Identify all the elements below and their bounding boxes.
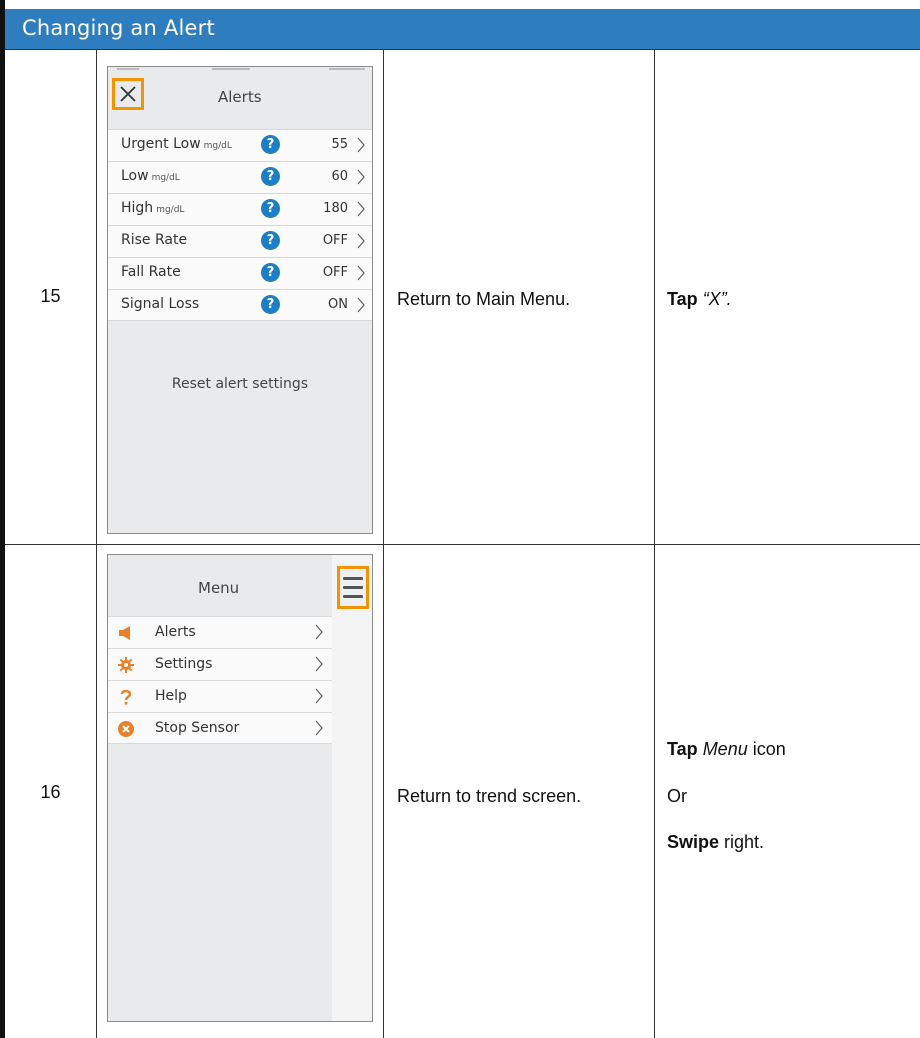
step-action: Return to Main Menu. — [397, 289, 571, 309]
menu-item-stop-sensor[interactable]: Stop Sensor — [108, 712, 333, 744]
alert-value: OFF — [322, 265, 348, 280]
menu-list: Alerts Settings Help Stop Sensor — [108, 616, 333, 744]
step-instruction-line-1: Tap Menu icon — [667, 739, 786, 759]
help-icon[interactable]: ? — [261, 231, 280, 250]
reset-alert-settings-button[interactable]: Reset alert settings — [108, 376, 372, 392]
close-button[interactable] — [112, 78, 144, 110]
alert-value: 60 — [331, 169, 348, 184]
row-divider — [5, 544, 920, 545]
step-number: 15 — [40, 286, 61, 306]
menu-item-alerts[interactable]: Alerts — [108, 616, 333, 648]
menu-item-settings[interactable]: Settings — [108, 648, 333, 680]
status-bar — [329, 68, 365, 70]
menu-item-label: Alerts — [155, 624, 196, 640]
menu-item-label: Stop Sensor — [155, 720, 240, 736]
chevron-right-icon — [315, 656, 323, 672]
alert-row-low[interactable]: Low mg/dL ? 60 — [108, 161, 372, 193]
trend-screen-edge — [332, 555, 372, 1021]
chevron-right-icon — [315, 688, 323, 704]
menu-item-help[interactable]: Help — [108, 680, 333, 712]
alert-row-urgent-low[interactable]: Urgent Low mg/dL ? 55 — [108, 129, 372, 161]
stop-sensor-icon — [118, 721, 134, 737]
page-left-border — [0, 0, 5, 1038]
chevron-right-icon — [357, 233, 365, 249]
help-icon[interactable]: ? — [261, 295, 280, 314]
help-icon[interactable]: ? — [261, 135, 280, 154]
menu-item-label: Help — [155, 688, 187, 704]
alert-value: 55 — [331, 137, 348, 152]
help-icon[interactable]: ? — [261, 263, 280, 282]
alert-label: Fall Rate — [121, 264, 181, 280]
table-top-border — [5, 49, 920, 50]
menu-bar — [343, 595, 363, 598]
chevron-right-icon — [357, 297, 365, 313]
chevron-right-icon — [315, 624, 323, 640]
instruction-page: Changing an Alert 15 Alerts Urgent Low mg… — [0, 0, 920, 1038]
close-icon — [120, 86, 136, 102]
step-instruction: Tap “X”. — [667, 289, 732, 309]
chevron-right-icon — [357, 265, 365, 281]
alerts-screen: Alerts Urgent Low mg/dL ? 55 Low mg/dL ? 6… — [107, 66, 373, 534]
unit-label: mg/dL — [203, 141, 232, 151]
alert-label: Signal Loss — [121, 296, 200, 312]
section-header: Changing an Alert — [5, 9, 920, 49]
section-title: Changing an Alert — [22, 16, 215, 40]
chevron-right-icon — [357, 201, 365, 217]
menu-panel: Menu Alerts Settings Help Stop Sensor — [108, 555, 334, 1021]
chevron-right-icon — [315, 720, 323, 736]
alert-label: Urgent Low mg/dL — [121, 136, 232, 152]
status-bar — [117, 68, 139, 70]
alert-label: Rise Rate — [121, 232, 188, 248]
help-icon[interactable]: ? — [261, 167, 280, 186]
menu-screen: Menu Alerts Settings Help Stop Sensor — [107, 554, 373, 1022]
alert-label: Low mg/dL — [121, 168, 180, 184]
step-instruction-line-2: Or — [667, 786, 687, 806]
alert-list: Urgent Low mg/dL ? 55 Low mg/dL ? 60 High m… — [108, 129, 372, 321]
screen-title: Menu — [198, 579, 240, 597]
help-icon[interactable]: ? — [261, 199, 280, 218]
step-number: 16 — [40, 782, 61, 802]
alert-value: 180 — [323, 201, 348, 216]
unit-label: mg/dL — [156, 205, 185, 215]
alert-row-high[interactable]: High mg/dL ? 180 — [108, 193, 372, 225]
menu-bar — [343, 577, 363, 580]
gear-icon — [118, 657, 134, 673]
menu-bar — [343, 586, 363, 589]
unit-label: mg/dL — [151, 173, 180, 183]
menu-item-label: Settings — [155, 656, 213, 672]
speaker-icon — [119, 626, 130, 640]
step-action: Return to trend screen. — [397, 786, 582, 806]
alert-row-signal-loss[interactable]: Signal Loss ? ON — [108, 289, 372, 321]
chevron-right-icon — [357, 137, 365, 153]
alert-row-rise-rate[interactable]: Rise Rate ? OFF — [108, 225, 372, 257]
alert-value: ON — [328, 297, 348, 312]
alert-row-fall-rate[interactable]: Fall Rate ? OFF — [108, 257, 372, 289]
chevron-right-icon — [357, 169, 365, 185]
alert-value: OFF — [322, 233, 348, 248]
step-instruction-line-3: Swipe right. — [667, 832, 765, 852]
alert-label: High mg/dL — [121, 200, 185, 216]
screen-title: Alerts — [218, 88, 262, 106]
hamburger-menu-icon[interactable] — [337, 566, 369, 609]
question-mark-icon — [120, 689, 132, 705]
status-bar — [212, 68, 250, 70]
